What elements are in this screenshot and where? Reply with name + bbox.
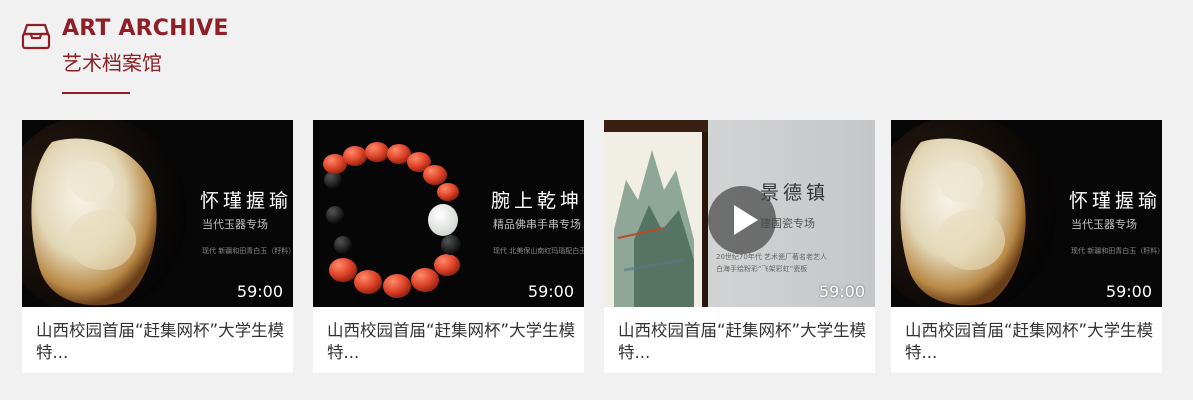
video-title[interactable]: 山西校园首届“赶集网杯”大学生模特... [618, 320, 868, 364]
title-underline [62, 92, 130, 94]
play-icon[interactable] [708, 186, 776, 254]
thumb-caption-note: 现代 新疆和田青白玉（籽料）随形 [202, 247, 293, 255]
thumb-caption-note: 现代 新疆和田青白玉（籽料）随形 [1071, 247, 1162, 255]
video-card[interactable]: 怀瑾握瑜 当代玉器专场 现代 新疆和田青白玉（籽料）随形 59:00 山西校园首… [891, 120, 1162, 373]
video-thumbnail[interactable]: 怀瑾握瑜 当代玉器专场 现代 新疆和田青白玉（籽料）随形 59:00 [22, 120, 293, 307]
video-thumbnail[interactable]: 腕上乾坤 精品佛串手串专场 现代 北美保山南红玛瑙配白玉菩萨 59:00 [313, 120, 584, 307]
thumb-caption-note-2: 白海手绘粉彩“飞架彩虹”瓷板 [716, 265, 808, 273]
jade-buddha-image [891, 120, 1162, 307]
video-card[interactable]: 腕上乾坤 精品佛串手串专场 现代 北美保山南红玛瑙配白玉菩萨 59:00 山西校… [313, 120, 584, 373]
bead-bracelet-image [313, 120, 584, 307]
thumb-caption-subtitle: 当代玉器专场 [202, 218, 268, 231]
section-header: ART ARCHIVE 艺术档案馆 [0, 0, 400, 110]
thumb-caption-note: 现代 北美保山南红玛瑙配白玉菩萨 [493, 247, 584, 255]
section-title-cn: 艺术档案馆 [62, 51, 162, 75]
video-duration: 59:00 [527, 282, 574, 301]
thumb-caption-subtitle: 当代玉器专场 [1071, 218, 1137, 231]
video-thumbnail[interactable]: 景德镇 建国瓷专场 20世纪70年代 艺术瓷厂著名老艺人 白海手绘粉彩“飞架彩虹… [604, 120, 875, 307]
video-duration: 59:00 [818, 282, 865, 301]
video-thumbnail[interactable]: 怀瑾握瑜 当代玉器专场 现代 新疆和田青白玉（籽料）随形 59:00 [891, 120, 1162, 307]
video-duration: 59:00 [1105, 282, 1152, 301]
section-title-en: ART ARCHIVE [62, 16, 229, 41]
thumb-caption-title: 怀瑾握瑜 [200, 190, 293, 212]
video-card[interactable]: 怀瑾握瑜 当代玉器专场 现代 新疆和田青白玉（籽料）随形 59:00 山西校园首… [22, 120, 293, 373]
thumb-caption-title: 怀瑾握瑜 [1069, 190, 1162, 212]
thumb-caption-subtitle: 精品佛串手串专场 [493, 218, 581, 231]
jade-buddha-image [22, 120, 293, 307]
video-duration: 59:00 [236, 282, 283, 301]
thumb-caption-note: 20世纪70年代 艺术瓷厂著名老艺人 [716, 253, 828, 261]
video-title[interactable]: 山西校园首届“赶集网杯”大学生模特... [327, 320, 577, 364]
video-title[interactable]: 山西校园首届“赶集网杯”大学生模特... [905, 320, 1155, 364]
video-card[interactable]: 景德镇 建国瓷专场 20世纪70年代 艺术瓷厂著名老艺人 白海手绘粉彩“飞架彩虹… [604, 120, 875, 373]
video-title[interactable]: 山西校园首届“赶集网杯”大学生模特... [36, 320, 286, 364]
archive-box-icon [21, 23, 51, 50]
thumb-caption-title: 腕上乾坤 [491, 190, 584, 212]
